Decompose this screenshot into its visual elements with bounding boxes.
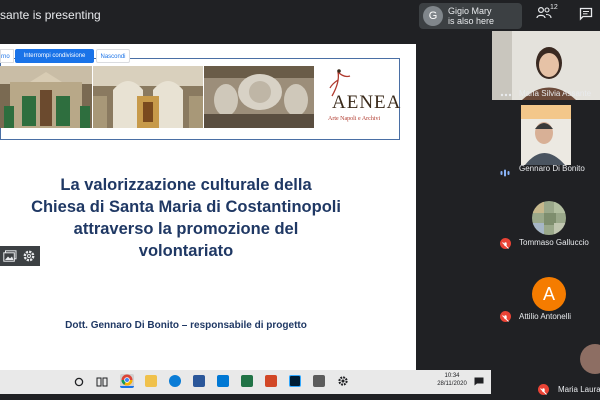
muted-indicator	[538, 384, 549, 395]
chrome-icon	[121, 374, 133, 386]
people-count: 12	[550, 4, 558, 11]
chat-icon	[579, 7, 593, 21]
notifications-icon[interactable]	[474, 377, 484, 386]
meet-window: sante is presenting G Gigio Mary is also…	[0, 0, 600, 400]
people-button[interactable]: 12	[536, 4, 562, 26]
slide-title-line: volontariato	[138, 242, 234, 260]
notification-line-1: Gigio Mary	[448, 6, 492, 16]
file-explorer-icon[interactable]	[145, 375, 157, 387]
speaking-indicator	[500, 164, 510, 177]
join-notification[interactable]: G Gigio Mary is also here	[419, 3, 522, 29]
church-facade-photo	[0, 66, 92, 128]
participant-avatar	[580, 344, 600, 374]
participant-tile[interactable]: Maria Laura	[532, 336, 600, 400]
notification-text: Gigio Mary is also here	[448, 6, 494, 26]
stop-sharing-button[interactable]: Interrompi condivisione	[15, 49, 94, 63]
mic-off-icon	[502, 242, 509, 249]
photoshop-icon[interactable]	[289, 375, 301, 387]
slide-title-line: attraverso la promozione del	[73, 220, 299, 238]
mic-off-icon	[502, 315, 509, 322]
mic-off-icon	[540, 388, 547, 395]
chat-button[interactable]	[579, 7, 595, 23]
church-interior-photo	[93, 66, 203, 128]
notification-avatar: G	[423, 6, 443, 26]
participant-name: Gennaro Di Bonito	[519, 164, 585, 173]
mail-icon[interactable]	[217, 375, 229, 387]
notification-line-2: is also here	[448, 16, 495, 26]
participant-tile[interactable]: Maria Silvia Assante	[492, 31, 600, 100]
top-bar: sante is presenting G Gigio Mary is also…	[0, 0, 600, 32]
participant-name: Tommaso Galluccio	[519, 238, 589, 247]
word-icon[interactable]	[193, 375, 205, 387]
muted-indicator	[500, 238, 511, 249]
slide-tools	[0, 246, 40, 266]
participant-name: Maria Laura	[558, 385, 600, 394]
participant-name: Maria Silvia Assante	[519, 89, 592, 98]
participant-avatar: A	[532, 277, 566, 311]
logo-subtitle: Arte Napoli e Archivi	[328, 116, 381, 122]
slide-title: La valorizzazione culturale della Chiesa…	[0, 174, 372, 262]
slide-title-line: La valorizzazione culturale della	[60, 176, 312, 194]
taskbar-time: 10:34	[444, 373, 460, 379]
slide-author: Dott. Gennaro Di Bonito – responsabile d…	[65, 320, 307, 331]
task-view-icon[interactable]	[96, 377, 108, 387]
excel-icon[interactable]	[241, 375, 253, 387]
participant-video	[521, 105, 571, 165]
settings-gear-icon[interactable]	[337, 375, 349, 387]
presenting-label: sante is presenting	[0, 8, 101, 22]
participant-tile[interactable]: A Attilio Antonelli	[492, 261, 600, 331]
taskbar-clock[interactable]: 10:34 28/11/2020	[432, 372, 472, 388]
participant-name: Attilio Antonelli	[519, 312, 572, 321]
more-options-icon[interactable]	[500, 92, 512, 98]
office-icon[interactable]	[265, 375, 277, 387]
taskbar-date: 28/11/2020	[437, 381, 467, 387]
muted-indicator	[500, 311, 511, 322]
chrome-taskbar-slot[interactable]	[120, 374, 134, 388]
hide-share-bar-button[interactable]: Nascondi	[96, 49, 130, 63]
search-icon[interactable]	[74, 377, 84, 387]
store-icon[interactable]	[313, 375, 325, 387]
image-icon[interactable]	[3, 250, 17, 262]
participant-tile[interactable]: Tommaso Galluccio	[492, 181, 600, 259]
slide-title-line: Chiesa di Santa Maria di Costantinopoli	[31, 198, 341, 216]
gear-icon[interactable]	[22, 249, 36, 263]
participant-avatar	[532, 201, 566, 235]
logo-text: AENEA	[332, 92, 402, 113]
participant-tile[interactable]: Gennaro Di Bonito	[492, 101, 600, 179]
speaking-bars-icon	[500, 169, 510, 177]
altar-sculpture-photo	[204, 66, 314, 128]
share-left-button-partial[interactable]: rno	[0, 49, 14, 63]
edge-icon[interactable]	[169, 375, 181, 387]
